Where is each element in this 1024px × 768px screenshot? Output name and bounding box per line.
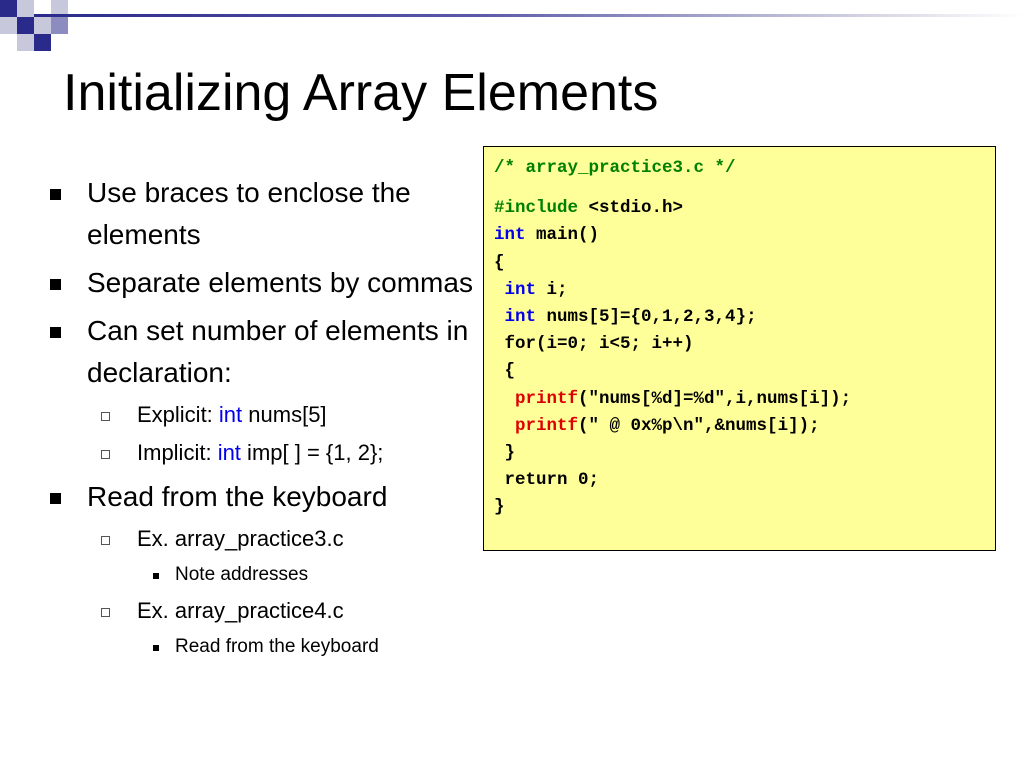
bullet-list: Use braces to enclose the elements Separ… bbox=[44, 172, 474, 668]
corner-square-light-4 bbox=[17, 34, 34, 51]
code-line-decl-nums: int nums[5]={0,1,2,3,4}; bbox=[494, 304, 995, 331]
small-square-bullet-icon bbox=[153, 573, 159, 579]
sub-sub-bullet-text: Read from the keyboard bbox=[175, 636, 379, 657]
hollow-square-bullet-icon bbox=[101, 412, 110, 421]
sub-bullet-item: Implicit: int imp[ ] = {1, 2}; bbox=[44, 438, 474, 468]
code-line-close-brace: } bbox=[494, 497, 505, 518]
bullet-text: Can set number of elements in declaratio… bbox=[87, 315, 469, 388]
code-line-open-brace: { bbox=[494, 252, 505, 273]
bullet-item: Can set number of elements in declaratio… bbox=[44, 310, 474, 394]
square-bullet-icon bbox=[50, 279, 61, 290]
code-line-for-open: { bbox=[494, 361, 516, 382]
bullet-item: Use braces to enclose the elements bbox=[44, 172, 474, 256]
sub-bullet-rest: imp[ ] = {1, 2}; bbox=[240, 440, 384, 465]
code-function: printf bbox=[515, 415, 579, 436]
code-line-printf-2: printf(" @ 0x%p\n",&nums[i]); bbox=[494, 413, 995, 440]
sub-bullet-item: Ex. array_practice3.c bbox=[44, 524, 474, 554]
code-line-include: #include <stdio.h> bbox=[494, 195, 995, 222]
code-text: nums[5]={0,1,2,3,4}; bbox=[536, 306, 757, 327]
corner-square-light-3 bbox=[34, 17, 51, 34]
corner-square-dark-2 bbox=[17, 17, 34, 34]
sub-bullet-text: Ex. array_practice3.c bbox=[137, 526, 344, 551]
code-line-printf-1: printf("nums[%d]=%d",i,nums[i]); bbox=[494, 386, 995, 413]
sub-sub-bullet-item: Read from the keyboard bbox=[44, 634, 474, 660]
sub-bullet-rest: nums[5] bbox=[242, 402, 327, 427]
bullet-item: Read from the keyboard bbox=[44, 476, 474, 518]
code-line-return: return 0; bbox=[494, 470, 600, 491]
sub-bullet-prefix: Explicit: bbox=[137, 402, 219, 427]
sub-bullet-item: Ex. array_practice4.c bbox=[44, 596, 474, 626]
code-line-decl-i: int i; bbox=[494, 277, 995, 304]
header-rule bbox=[34, 14, 1024, 17]
keyword-int: int bbox=[218, 402, 243, 427]
corner-square-dark-1 bbox=[0, 0, 17, 17]
corner-square-light-2 bbox=[0, 17, 17, 34]
square-bullet-icon bbox=[50, 493, 61, 504]
hollow-square-bullet-icon bbox=[101, 536, 110, 545]
sub-sub-bullet-item: Note addresses bbox=[44, 562, 474, 588]
code-line-main: int main() bbox=[494, 222, 995, 249]
code-function: printf bbox=[515, 388, 579, 409]
code-text: i; bbox=[536, 279, 568, 300]
code-include-header: <stdio.h> bbox=[578, 198, 684, 219]
corner-square-light-1 bbox=[17, 0, 34, 17]
square-bullet-icon bbox=[50, 189, 61, 200]
hollow-square-bullet-icon bbox=[101, 450, 110, 459]
sub-bullet-prefix: Implicit: bbox=[137, 440, 218, 465]
bullet-text: Read from the keyboard bbox=[87, 481, 388, 512]
bullet-text: Separate elements by commas bbox=[87, 267, 473, 298]
code-text: main() bbox=[525, 225, 600, 246]
code-keyword: int bbox=[504, 279, 537, 300]
keyword-int: int bbox=[217, 440, 241, 465]
code-text: (" @ 0x%p\n",&nums[i]); bbox=[578, 415, 820, 436]
bullet-text: Use braces to enclose the elements bbox=[87, 177, 411, 250]
code-line-for: for(i=0; i<5; i++) bbox=[494, 334, 694, 355]
square-bullet-icon bbox=[50, 327, 61, 338]
sub-bullet-text: Ex. array_practice4.c bbox=[137, 598, 344, 623]
sub-sub-bullet-text: Note addresses bbox=[175, 564, 309, 585]
corner-square-dark-4 bbox=[51, 17, 68, 34]
corner-square-dark-3 bbox=[34, 34, 51, 51]
code-comment: /* array_practice3.c */ bbox=[494, 158, 736, 178]
code-keyword: int bbox=[494, 225, 526, 246]
code-keyword: int bbox=[504, 306, 537, 327]
slide: Initializing Array Elements Use braces t… bbox=[0, 0, 1024, 768]
code-line-for-close: } bbox=[494, 442, 516, 463]
code-include-directive: #include bbox=[494, 198, 579, 219]
hollow-square-bullet-icon bbox=[101, 608, 110, 617]
code-listing: /* array_practice3.c */ #include <stdio.… bbox=[483, 146, 996, 551]
slide-title: Initializing Array Elements bbox=[63, 64, 659, 122]
bullet-item: Separate elements by commas bbox=[44, 262, 474, 304]
code-text: ("nums[%d]=%d",i,nums[i]); bbox=[578, 388, 852, 409]
small-square-bullet-icon bbox=[153, 645, 159, 651]
sub-bullet-item: Explicit: int nums[5] bbox=[44, 400, 474, 430]
